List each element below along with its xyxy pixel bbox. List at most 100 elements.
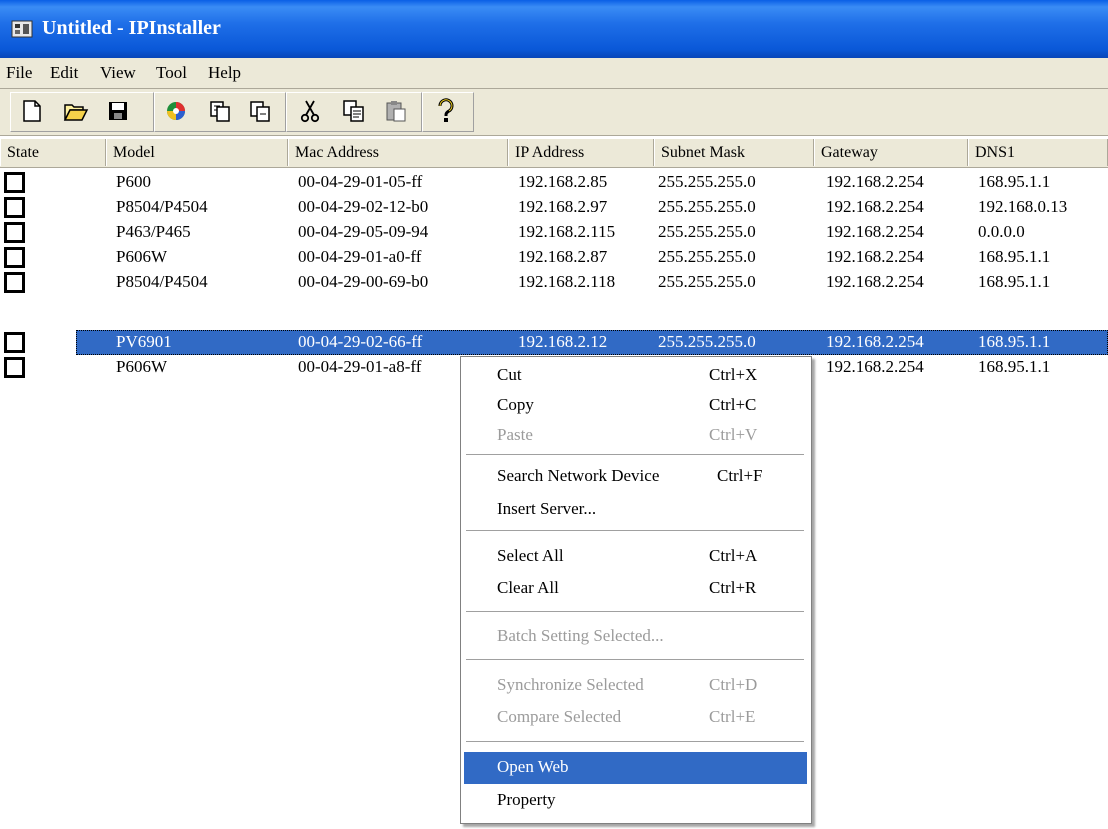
menu-item-label: Batch Setting Selected... <box>497 626 664 645</box>
state-checkbox[interactable] <box>4 272 25 293</box>
menu-item-cut[interactable]: Cut Ctrl+X <box>464 360 807 390</box>
column-header-subnet-mask[interactable]: Subnet Mask <box>654 139 814 166</box>
state-checkbox[interactable] <box>4 247 25 268</box>
new-icon[interactable] <box>18 97 46 125</box>
menu-file[interactable]: File <box>6 63 32 83</box>
save-icon[interactable] <box>104 97 132 125</box>
menu-item-paste[interactable]: Paste Ctrl+V <box>464 420 807 450</box>
menu-item-shortcut: Ctrl+X <box>709 365 758 384</box>
title-bar[interactable]: Untitled - IPInstaller <box>0 0 1108 58</box>
menu-separator <box>466 741 804 743</box>
menu-view[interactable]: View <box>100 63 136 83</box>
app-icon <box>10 19 34 39</box>
menu-item-copy[interactable]: Copy Ctrl+C <box>464 390 807 420</box>
model-cell: P463/P465 <box>116 222 191 241</box>
gateway-cell: 192.168.2.254 <box>826 272 924 291</box>
dns-cell: 192.168.0.13 <box>978 197 1068 216</box>
mac-cell: 00-04-29-02-66-ff <box>298 332 423 351</box>
toolbar <box>0 89 1108 136</box>
mask-cell: 255.255.255.0 <box>658 222 756 241</box>
paste-icon[interactable] <box>382 97 410 125</box>
menu-item-synchronize-selected[interactable]: Synchronize Selected Ctrl+D <box>464 670 807 700</box>
state-checkbox[interactable] <box>4 357 25 378</box>
ip-cell: 192.168.2.12 <box>518 332 608 351</box>
column-header-ip-address[interactable]: IP Address <box>508 139 654 166</box>
menu-item-search-network-device[interactable]: Search Network Device Ctrl+F <box>464 461 807 491</box>
mask-cell: 255.255.255.0 <box>658 332 756 351</box>
gateway-cell: 192.168.2.254 <box>826 332 924 351</box>
table-row-selected[interactable]: PV6901 00-04-29-02-66-ff 192.168.2.12 25… <box>0 330 1108 355</box>
menu-item-shortcut: Ctrl+F <box>717 466 763 485</box>
state-checkbox[interactable] <box>4 197 25 218</box>
menu-separator <box>466 454 804 456</box>
gateway-cell: 192.168.2.254 <box>826 197 924 216</box>
mac-cell: 00-04-29-05-09-94 <box>298 222 429 241</box>
model-cell: P8504/P4504 <box>116 272 208 291</box>
menu-item-open-web[interactable]: Open Web <box>464 752 807 784</box>
menu-bar: File Edit View Tool Help <box>0 58 1108 89</box>
menu-item-shortcut: Ctrl+C <box>709 395 757 414</box>
gateway-cell: 192.168.2.254 <box>826 222 924 241</box>
ip-cell: 192.168.2.97 <box>518 197 608 216</box>
mask-cell: 255.255.255.0 <box>658 247 756 266</box>
list-header: State Model Mac Address IP Address Subne… <box>0 139 1108 168</box>
remove-server-icon[interactable] <box>246 97 274 125</box>
cut-icon[interactable] <box>296 97 324 125</box>
mask-cell: 255.255.255.0 <box>658 272 756 291</box>
context-menu: Cut Ctrl+X Copy Ctrl+C Paste Ctrl+V Sear… <box>460 356 812 824</box>
column-header-model[interactable]: Model <box>106 139 288 166</box>
gateway-cell: 192.168.2.254 <box>826 247 924 266</box>
insert-server-icon[interactable] <box>206 97 234 125</box>
menu-item-shortcut: Ctrl+A <box>709 546 758 565</box>
table-row[interactable]: P600 00-04-29-01-05-ff 192.168.2.85 255.… <box>0 170 1108 195</box>
mask-cell: 255.255.255.0 <box>658 172 756 191</box>
menu-item-label: Paste <box>497 425 533 444</box>
menu-item-label: Select All <box>497 546 564 565</box>
table-row[interactable]: P8504/P4504 00-04-29-00-69-b0 192.168.2.… <box>0 270 1108 295</box>
model-cell: P606W <box>116 247 167 266</box>
menu-item-label: Property <box>497 790 556 809</box>
table-row[interactable]: P463/P465 00-04-29-05-09-94 192.168.2.11… <box>0 220 1108 245</box>
model-cell: PV6901 <box>116 332 172 351</box>
dns-cell: 168.95.1.1 <box>978 357 1051 376</box>
menu-separator <box>466 530 804 532</box>
dns-cell: 168.95.1.1 <box>978 272 1051 291</box>
menu-tool[interactable]: Tool <box>156 63 187 83</box>
search-network-icon[interactable] <box>162 97 190 125</box>
dns-cell: 168.95.1.1 <box>978 172 1051 191</box>
table-row[interactable]: P606W 00-04-29-01-a0-ff 192.168.2.87 255… <box>0 245 1108 270</box>
menu-item-shortcut: Ctrl+E <box>709 707 756 726</box>
menu-item-label: Compare Selected <box>497 707 622 726</box>
mac-cell: 00-04-29-02-12-b0 <box>298 197 429 216</box>
column-header-mac-address[interactable]: Mac Address <box>288 139 508 166</box>
menu-item-shortcut: Ctrl+D <box>709 675 758 694</box>
dns-cell: 168.95.1.1 <box>978 332 1051 351</box>
menu-item-clear-all[interactable]: Clear All Ctrl+R <box>464 573 807 603</box>
menu-item-label: Search Network Device <box>497 466 660 485</box>
gateway-cell: 192.168.2.254 <box>826 172 924 191</box>
mac-cell: 00-04-29-00-69-b0 <box>298 272 429 291</box>
open-icon[interactable] <box>62 97 90 125</box>
state-checkbox[interactable] <box>4 222 25 243</box>
menu-item-label: Clear All <box>497 578 559 597</box>
menu-edit[interactable]: Edit <box>50 63 78 83</box>
model-cell: P606W <box>116 357 167 376</box>
column-header-gateway[interactable]: Gateway <box>814 139 968 166</box>
menu-item-insert-server[interactable]: Insert Server... <box>464 494 807 524</box>
menu-item-select-all[interactable]: Select All Ctrl+A <box>464 541 807 571</box>
menu-item-label: Insert Server... <box>497 499 597 518</box>
copy-icon[interactable] <box>340 97 368 125</box>
column-header-dns1[interactable]: DNS1 <box>968 139 1108 166</box>
help-icon[interactable] <box>432 97 460 125</box>
state-checkbox[interactable] <box>4 172 25 193</box>
table-row[interactable]: P8504/P4504 00-04-29-02-12-b0 192.168.2.… <box>0 195 1108 220</box>
menu-item-batch-setting-selected[interactable]: Batch Setting Selected... <box>464 621 807 651</box>
state-checkbox[interactable] <box>4 332 25 353</box>
ip-cell: 192.168.2.115 <box>518 222 616 241</box>
menu-item-property[interactable]: Property <box>464 785 807 815</box>
gateway-cell: 192.168.2.254 <box>826 357 924 376</box>
column-header-state[interactable]: State <box>0 139 106 166</box>
menu-item-compare-selected[interactable]: Compare Selected Ctrl+E <box>464 702 807 732</box>
menu-help[interactable]: Help <box>208 63 241 83</box>
menu-separator <box>466 659 804 661</box>
